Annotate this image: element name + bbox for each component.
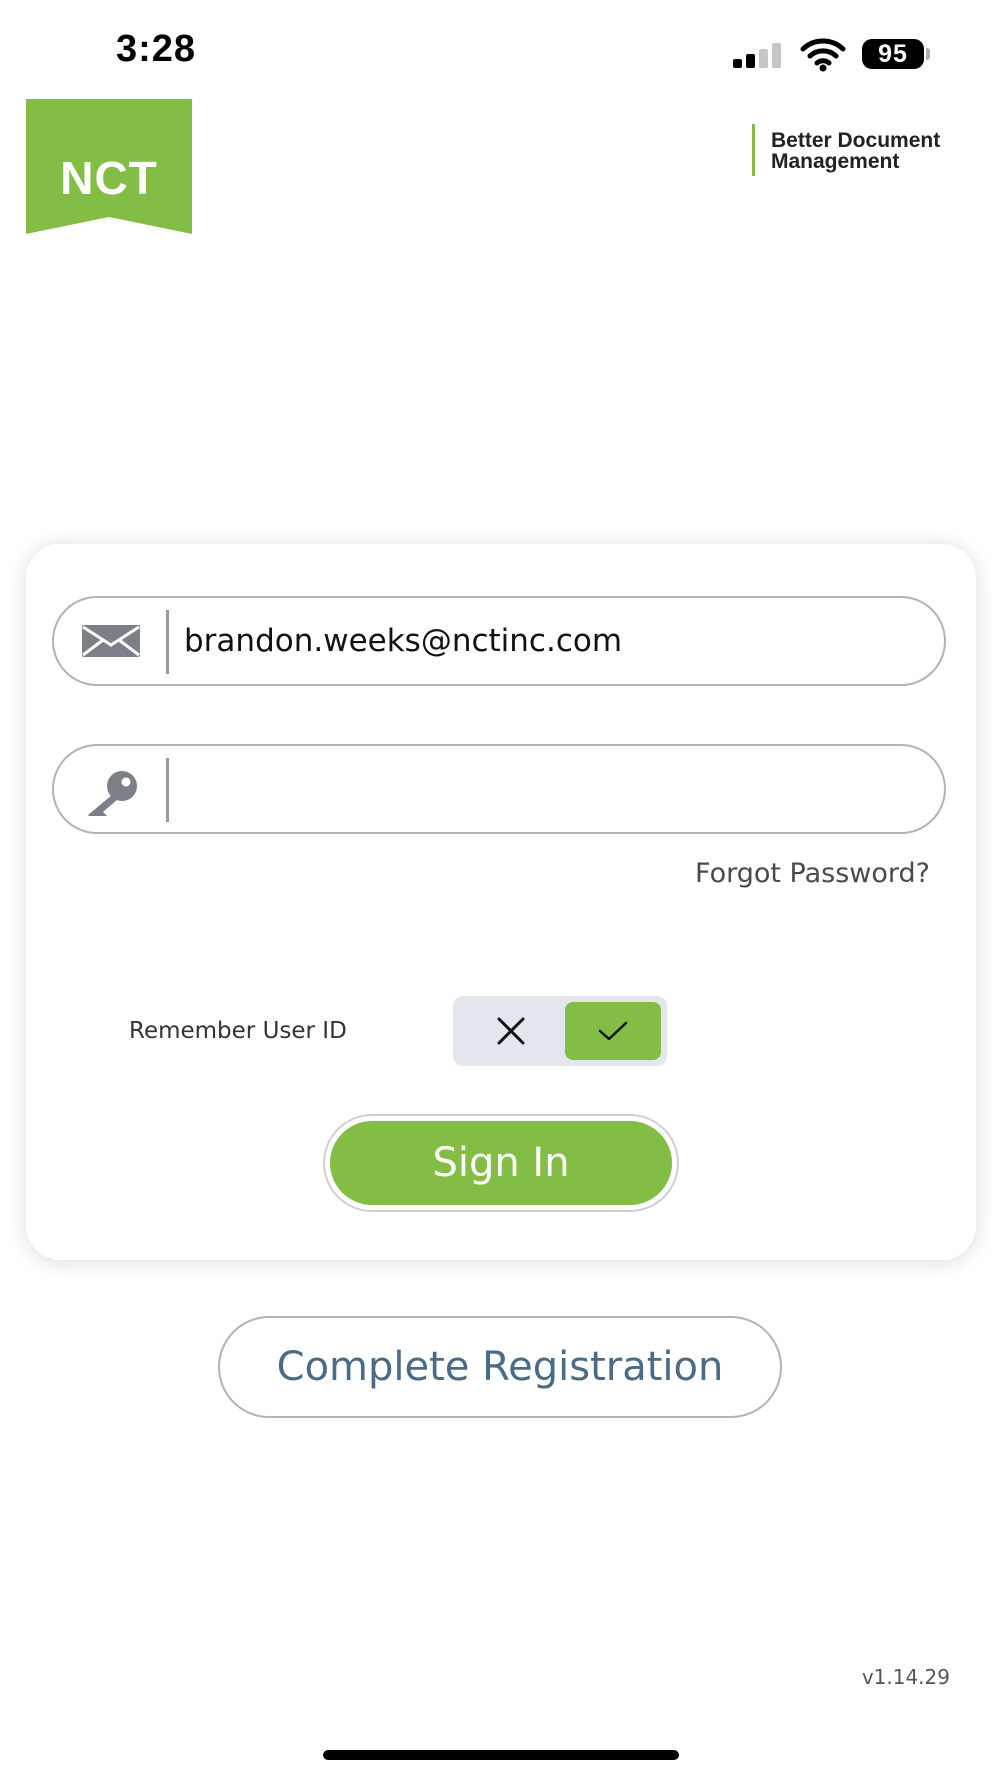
remember-user-id-toggle[interactable] [453, 996, 667, 1066]
password-field-divider [166, 758, 169, 822]
key-icon [88, 771, 137, 816]
tagline-line-1: Better Document [771, 129, 941, 152]
toggle-on-option[interactable] [565, 1002, 661, 1060]
checkmark-icon [598, 1021, 628, 1041]
sign-in-button[interactable]: Sign In [330, 1121, 672, 1205]
app-version: v1.14.29 [861, 1665, 950, 1689]
status-time: 3:28 [116, 28, 197, 70]
sign-in-button-outline: Sign In [323, 1114, 679, 1212]
login-card: brandon.weeks@nctinc.com Forgot Password… [26, 544, 976, 1260]
remember-user-id-label: Remember User ID [129, 1018, 347, 1044]
wifi-icon [800, 38, 846, 72]
envelope-icon [82, 625, 140, 657]
tagline-line-2: Management [771, 150, 900, 173]
toggle-off-option[interactable] [459, 1002, 563, 1060]
home-indicator[interactable] [323, 1750, 679, 1760]
email-field[interactable]: brandon.weeks@nctinc.com [52, 596, 946, 686]
nct-logo: NCT [26, 99, 192, 234]
complete-registration-button[interactable]: Complete Registration [218, 1316, 782, 1418]
nct-logo-text: NCT [60, 152, 158, 204]
forgot-password-link[interactable]: Forgot Password? [695, 858, 930, 889]
cellular-signal-icon [733, 42, 781, 68]
password-input[interactable] [184, 746, 924, 832]
battery-cap [926, 48, 930, 60]
password-field[interactable] [52, 744, 946, 834]
email-input[interactable]: brandon.weeks@nctinc.com [184, 598, 924, 684]
tagline-divider [752, 124, 755, 176]
battery-icon: 95 [862, 39, 924, 69]
close-icon [497, 1017, 525, 1045]
tagline: Better Document Management [771, 130, 940, 172]
email-field-divider [166, 610, 169, 674]
